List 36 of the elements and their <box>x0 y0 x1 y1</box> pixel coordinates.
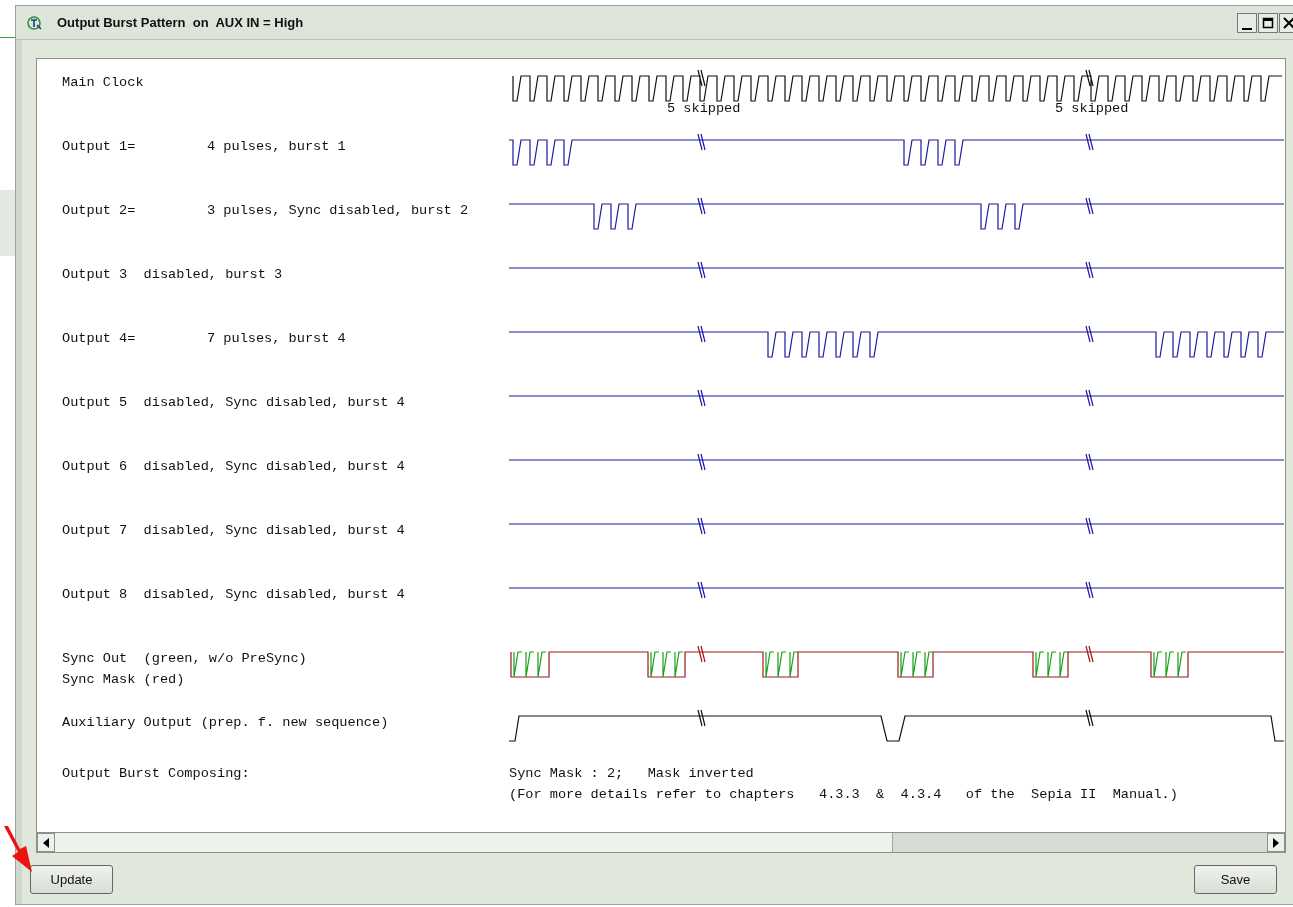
close-button[interactable] <box>1279 12 1293 33</box>
arrow-annotation <box>4 826 34 874</box>
trace-label: Output 4= <box>62 331 137 347</box>
scroll-left-button[interactable] <box>37 833 55 852</box>
trace-label: Output 3 disabled, burst 3 <box>62 267 283 283</box>
left-arrow-icon <box>43 837 49 848</box>
maximize-button[interactable] <box>1258 12 1278 33</box>
update-button[interactable]: Update <box>30 865 113 894</box>
scrollbar-thumb[interactable] <box>55 833 893 852</box>
trace-label: Output 5 disabled, Sync disabled, burst 4 <box>62 395 405 411</box>
close-icon <box>1283 16 1293 29</box>
trace-label: Sync Mask (red) <box>62 672 185 688</box>
skip-label: 5 skipped <box>1055 101 1129 117</box>
trace-label: Output 8 disabled, Sync disabled, burst 4 <box>62 587 405 603</box>
note-text: (For more details refer to chapters 4.3.3 & 4.3.4 of the Sepia II Manual.) <box>509 787 1179 803</box>
trace-label: Output 6 disabled, Sync disabled, burst 4 <box>62 459 405 475</box>
maximize-icon <box>1262 16 1274 29</box>
window-title: Output Burst Pattern on AUX IN = High <box>57 15 304 30</box>
trace-detail: 7 pulses, burst 4 <box>207 331 346 347</box>
trace-detail: 4 pulses, burst 1 <box>207 139 346 155</box>
right-arrow-icon <box>1273 837 1279 848</box>
skip-label: 5 skipped <box>667 101 741 117</box>
save-button[interactable]: Save <box>1194 865 1277 894</box>
app-logo-icon <box>27 15 43 30</box>
trace-label: Output 2= <box>62 203 137 219</box>
section-label: Output Burst Composing: <box>62 766 251 782</box>
scroll-right-button[interactable] <box>1267 833 1285 852</box>
trace-label: Sync Out (green, w/o PreSync) <box>62 651 307 667</box>
trace-label: Auxiliary Output (prep. f. new sequence) <box>62 715 389 731</box>
trace-label: Output 1= <box>62 139 137 155</box>
trace-detail: 3 pulses, Sync disabled, burst 2 <box>207 203 469 219</box>
trace-label: Main Clock <box>62 75 144 91</box>
minimize-button[interactable] <box>1237 12 1257 33</box>
trace-label: Output 7 disabled, Sync disabled, burst 4 <box>62 523 405 539</box>
minimize-icon <box>1242 27 1252 30</box>
note-text: Sync Mask : 2; Mask inverted <box>509 766 755 782</box>
